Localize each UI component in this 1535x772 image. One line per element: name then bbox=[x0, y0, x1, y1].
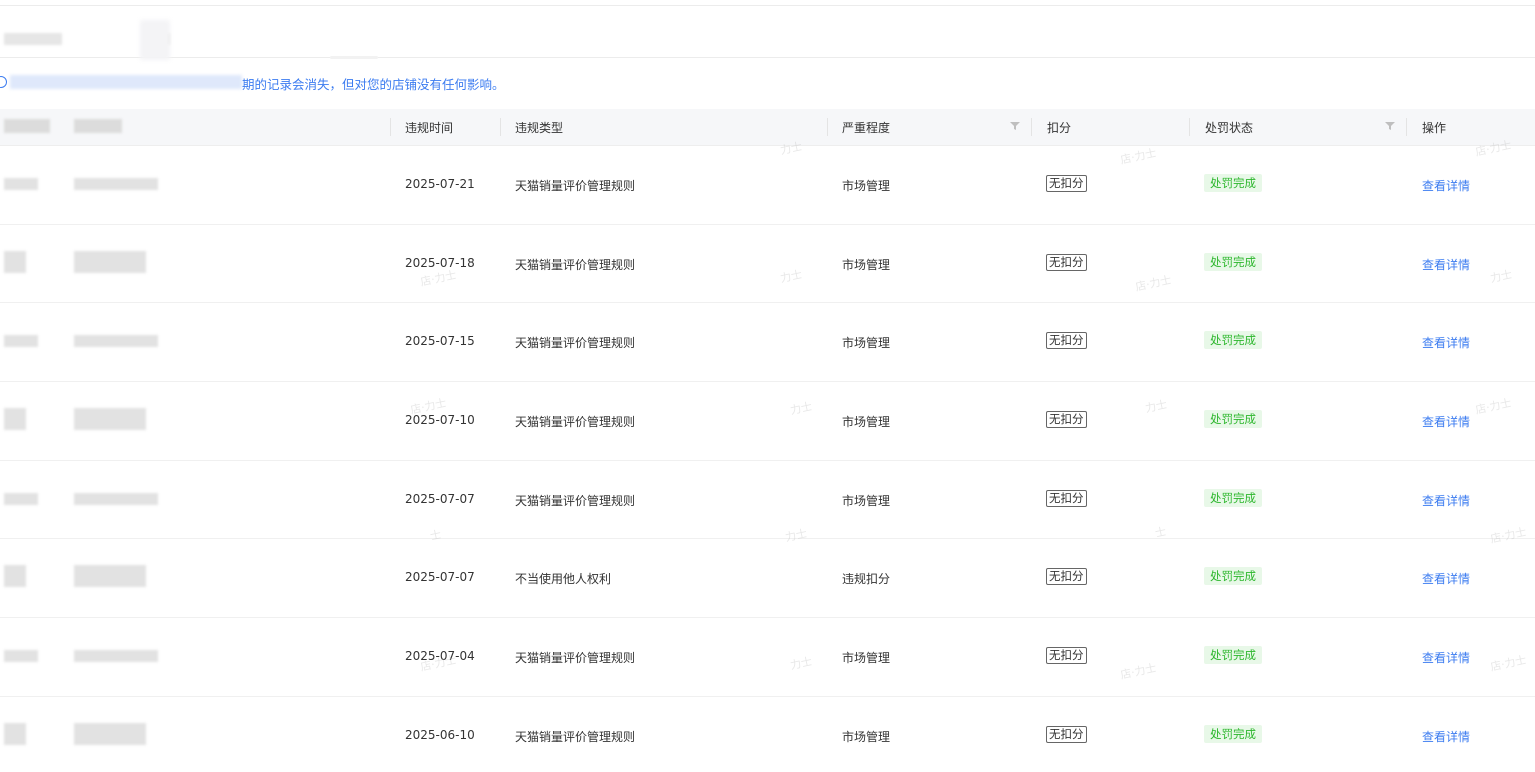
table-row: 2025-07-07 不当使用他人权利 违规扣分 无扣分 处罚完成 查看详情 bbox=[0, 539, 1535, 619]
redacted-name bbox=[74, 492, 158, 505]
redacted-id bbox=[4, 178, 38, 190]
header-type: 违规类型 bbox=[515, 121, 564, 135]
view-detail-link[interactable]: 查看详情 bbox=[1422, 570, 1470, 587]
deduct-tag: 无扣分 bbox=[1046, 411, 1087, 429]
header-divider bbox=[390, 118, 391, 136]
deduct-tag: 无扣分 bbox=[1046, 725, 1087, 743]
violation-type: 天猫销量评价管理规则 bbox=[515, 729, 636, 744]
status-badge: 处罚完成 bbox=[1204, 567, 1262, 586]
view-detail-link[interactable]: 查看详情 bbox=[1422, 649, 1470, 666]
status-badge: 处罚完成 bbox=[1204, 252, 1262, 271]
redacted-id bbox=[4, 565, 26, 588]
tab-indicator bbox=[330, 56, 378, 59]
redacted-name bbox=[74, 722, 146, 745]
status-badge: 处罚完成 bbox=[1204, 646, 1262, 665]
violation-type: 天猫销量评价管理规则 bbox=[515, 257, 636, 272]
header-divider bbox=[500, 118, 501, 136]
violation-time: 2025-06-10 bbox=[405, 727, 475, 742]
violation-type: 天猫销量评价管理规则 bbox=[515, 415, 636, 430]
redacted-id bbox=[4, 335, 38, 348]
severity: 违规扣分 bbox=[842, 572, 891, 587]
view-detail-link[interactable]: 查看详情 bbox=[1422, 256, 1470, 273]
redacted-id bbox=[4, 650, 38, 663]
view-detail-link[interactable]: 查看详情 bbox=[1422, 177, 1470, 194]
severity: 市场管理 bbox=[842, 729, 891, 744]
table-row: 2025-07-15 天猫销量评价管理规则 市场管理 无扣分 处罚完成 查看详情 bbox=[0, 303, 1535, 383]
redacted-tab-bg bbox=[140, 20, 170, 60]
redacted-title bbox=[4, 33, 62, 45]
severity: 市场管理 bbox=[842, 336, 891, 351]
deduct-tag: 无扣分 bbox=[1046, 489, 1087, 507]
redacted-name bbox=[74, 178, 158, 190]
header-severity: 严重程度 bbox=[842, 121, 891, 135]
info-icon bbox=[0, 76, 7, 88]
table-row: 2025-07-18 天猫销量评价管理规则 市场管理 无扣分 处罚完成 查看详情 bbox=[0, 225, 1535, 304]
redacted-header-1 bbox=[4, 119, 50, 133]
table-row: 2025-07-04 天猫销量评价管理规则 市场管理 无扣分 处罚完成 查看详情 bbox=[0, 618, 1535, 697]
table-row: 2025-07-07 天猫销量评价管理规则 市场管理 无扣分 处罚完成 查看详情 bbox=[0, 461, 1535, 540]
severity: 市场管理 bbox=[842, 651, 891, 666]
view-detail-link[interactable]: 查看详情 bbox=[1422, 334, 1470, 351]
deduct-tag: 无扣分 bbox=[1046, 647, 1087, 665]
severity: 市场管理 bbox=[842, 257, 891, 272]
header-status: 处罚状态 bbox=[1205, 121, 1254, 135]
table-row: 2025-06-10 天猫销量评价管理规则 市场管理 无扣分 处罚完成 查看详情 bbox=[0, 697, 1535, 772]
header-action: 操作 bbox=[1422, 121, 1447, 135]
table-header: 违规时间 违规类型 严重程度 扣分 处罚状态 操作 bbox=[0, 109, 1535, 146]
violation-type: 天猫销量评价管理规则 bbox=[515, 651, 636, 666]
redacted-name bbox=[74, 408, 146, 431]
violation-type: 天猫销量评价管理规则 bbox=[515, 179, 636, 193]
header-bar bbox=[0, 6, 1535, 60]
severity: 市场管理 bbox=[842, 415, 891, 430]
redacted-id bbox=[4, 250, 26, 273]
header-divider bbox=[1406, 118, 1407, 136]
header-time: 违规时间 bbox=[405, 121, 454, 135]
status-badge: 处罚完成 bbox=[1204, 174, 1262, 192]
table-row: 2025-07-10 天猫销量评价管理规则 市场管理 无扣分 处罚完成 查看详情 bbox=[0, 382, 1535, 461]
notice-text: 期的记录会消失，但对您的店铺没有任何影响。 bbox=[242, 77, 505, 92]
status-badge: 处罚完成 bbox=[1204, 724, 1262, 743]
redacted-id bbox=[4, 722, 26, 745]
violation-time: 2025-07-07 bbox=[405, 491, 475, 506]
redacted-name bbox=[74, 650, 158, 663]
filter-icon[interactable] bbox=[1010, 121, 1020, 131]
violation-time: 2025-07-21 bbox=[405, 177, 475, 191]
redacted-id bbox=[4, 408, 26, 431]
status-badge: 处罚完成 bbox=[1204, 488, 1262, 507]
deduct-tag: 无扣分 bbox=[1046, 253, 1087, 271]
violation-type: 不当使用他人权利 bbox=[515, 572, 612, 587]
view-detail-link[interactable]: 查看详情 bbox=[1422, 413, 1470, 430]
violation-time: 2025-07-15 bbox=[405, 334, 475, 349]
table-body: 2025-07-21 天猫销量评价管理规则 市场管理 无扣分 处罚完成 查看详情 2025-… bbox=[0, 146, 1535, 772]
table-row: 2025-07-21 天猫销量评价管理规则 市场管理 无扣分 处罚完成 查看详情 bbox=[0, 146, 1535, 225]
header-divider bbox=[1189, 118, 1190, 136]
violation-time: 2025-07-18 bbox=[405, 255, 475, 270]
status-badge: 处罚完成 bbox=[1204, 410, 1262, 429]
redacted-name bbox=[74, 565, 146, 588]
deduct-tag: 无扣分 bbox=[1046, 175, 1087, 192]
status-badge: 处罚完成 bbox=[1204, 331, 1262, 350]
view-detail-link[interactable]: 查看详情 bbox=[1422, 728, 1470, 745]
header-divider bbox=[1031, 118, 1032, 136]
redacted-name bbox=[74, 250, 146, 273]
redacted-header-2 bbox=[74, 119, 122, 133]
violation-time: 2025-07-07 bbox=[405, 570, 475, 585]
redacted-id bbox=[4, 492, 38, 505]
view-detail-link[interactable]: 查看详情 bbox=[1422, 492, 1470, 509]
redacted-notice-text bbox=[10, 75, 242, 89]
redacted-name bbox=[74, 335, 158, 348]
deduct-tag: 无扣分 bbox=[1046, 332, 1087, 350]
header-divider bbox=[827, 118, 828, 136]
severity: 市场管理 bbox=[842, 179, 891, 193]
header-deduct: 扣分 bbox=[1047, 121, 1072, 135]
violation-time: 2025-07-10 bbox=[405, 413, 475, 428]
filter-icon[interactable] bbox=[1385, 121, 1395, 131]
violation-type: 天猫销量评价管理规则 bbox=[515, 336, 636, 351]
violation-table: 违规时间 违规类型 严重程度 扣分 处罚状态 操作 2025-07-21 天猫销量… bbox=[0, 109, 1535, 772]
deduct-tag: 无扣分 bbox=[1046, 568, 1087, 586]
severity: 市场管理 bbox=[842, 493, 891, 508]
violation-type: 天猫销量评价管理规则 bbox=[515, 493, 636, 508]
violation-time: 2025-07-04 bbox=[405, 649, 475, 664]
notice-bar: 期的记录会消失，但对您的店铺没有任何影响。 bbox=[0, 70, 1535, 96]
